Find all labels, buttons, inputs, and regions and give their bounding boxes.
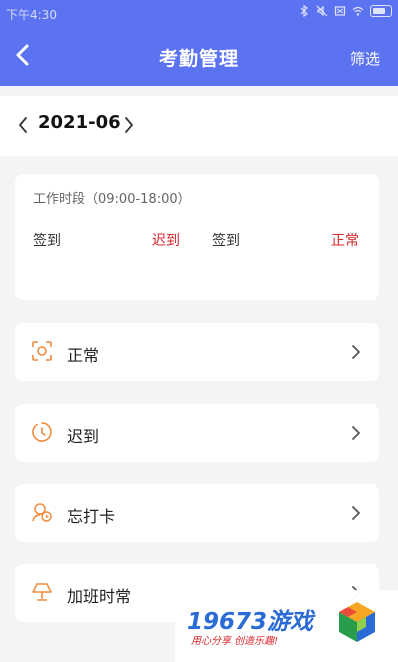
list-item-missed-punch[interactable]: 忘打卡: [15, 484, 379, 542]
timer-icon: [32, 422, 52, 442]
battery-icon: [370, 5, 392, 17]
checkin-status: 正常: [331, 233, 359, 249]
status-bar: 下午4:30: [0, 0, 398, 28]
list-item-normal[interactable]: 正常: [15, 323, 379, 381]
checkin-status: 迟到: [152, 233, 180, 249]
watermark: 19673游戏 用心分享 创造乐趣!: [175, 590, 398, 662]
work-period-card: 工作时段（09:00-18:00） 签到 迟到 签到 正常: [15, 174, 379, 300]
mute-icon: [316, 5, 328, 17]
chevron-right-icon: [352, 506, 360, 520]
page-title: 考勤管理: [158, 48, 239, 70]
cube-logo-icon: [339, 602, 375, 642]
list-item-late[interactable]: 迟到: [15, 404, 379, 462]
list-item-label: 忘打卡: [67, 507, 116, 526]
chevron-right-icon: [352, 345, 360, 359]
bluetooth-icon: [300, 5, 308, 17]
list-item-label: 迟到: [67, 427, 100, 446]
nav-bar: 考勤管理 筛选: [0, 28, 398, 86]
prev-month-button[interactable]: [16, 115, 30, 135]
list-item-label: 加班时常: [67, 587, 132, 606]
month-selector: 2021-06: [0, 96, 398, 156]
watermark-tagline: 用心分享 创造乐趣!: [191, 636, 279, 647]
month-label: 2021-06: [38, 112, 121, 133]
sim-icon: [334, 6, 346, 16]
lamp-icon: [32, 583, 52, 601]
watermark-brand: 19673游戏: [187, 609, 314, 635]
status-time: 下午4:30: [6, 8, 57, 22]
list-item-label: 正常: [67, 346, 100, 365]
user-clock-icon: [32, 503, 52, 522]
filter-button[interactable]: 筛选: [350, 48, 380, 69]
work-period-title: 工作时段（09:00-18:00）: [33, 192, 191, 207]
checkin-label: 签到: [212, 233, 240, 249]
checkin-label: 签到: [33, 233, 61, 249]
next-month-button[interactable]: [122, 115, 136, 135]
app-header: 下午4:30 考勤管理 筛选: [0, 0, 398, 86]
wifi-icon: [352, 6, 364, 16]
status-icons: [298, 5, 392, 17]
scan-icon: [32, 341, 52, 361]
chevron-right-icon: [352, 426, 360, 440]
